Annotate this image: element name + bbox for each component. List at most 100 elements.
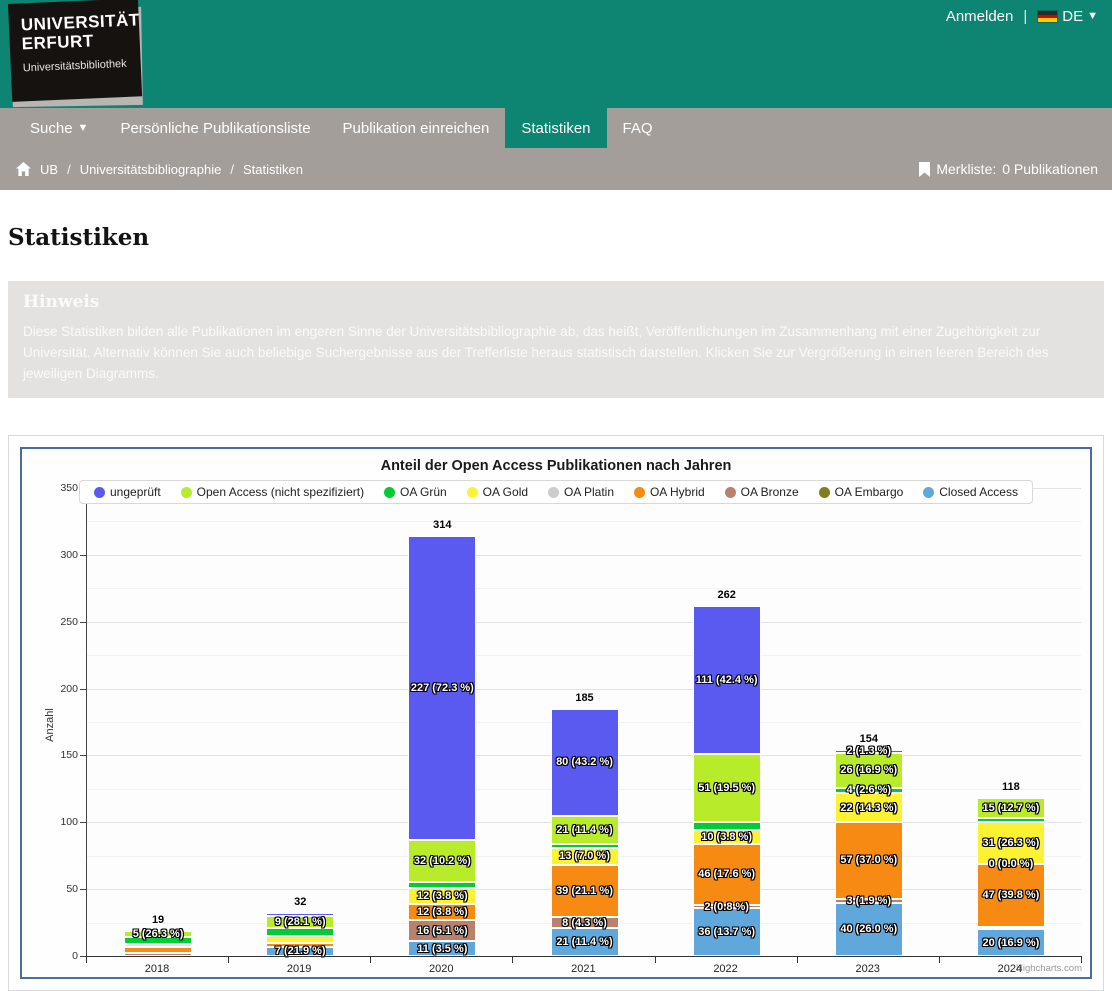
bar-total-label: 19	[152, 914, 164, 926]
hinweis-text: Diese Statistiken bilden alle Publikatio…	[23, 321, 1073, 384]
y-axis-tick	[80, 822, 86, 823]
nav-item-statistiken[interactable]: Statistiken	[505, 108, 606, 148]
x-axis-tick	[86, 957, 87, 963]
bookmark-icon	[919, 162, 930, 177]
breadcrumb-item[interactable]: Universitätsbibliographie	[80, 162, 222, 177]
legend-item-oa-platin[interactable]: OA Platin	[548, 485, 614, 499]
gridline-minor	[87, 655, 1081, 656]
x-axis-label: 2018	[86, 963, 228, 975]
y-axis-label: 0	[38, 950, 78, 962]
nav-item-label: FAQ	[623, 120, 653, 137]
gridline-major	[87, 622, 1081, 623]
legend-label: OA Gold	[483, 485, 528, 499]
chart-card: Anteil der Open Access Publikationen nac…	[8, 435, 1104, 991]
segment-data-label: 47 (39.8 %)	[982, 889, 1039, 901]
bar-total-label: 154	[860, 733, 878, 745]
segment-data-label: 3 (1.9 %)	[846, 895, 891, 907]
open-access-chart[interactable]: Anteil der Open Access Publikationen nac…	[20, 447, 1092, 979]
nav-item-pers-nliche-publikationsliste[interactable]: Persönliche Publikationsliste	[104, 108, 326, 148]
page: { "header": { "logo_line1": "UNIVERSITÄT…	[0, 0, 1112, 985]
segment-data-label: 111 (42.4 %)	[696, 674, 758, 686]
bar-segment[interactable]	[977, 818, 1045, 822]
merkliste-count: 0 Publikationen	[1002, 161, 1098, 177]
legend-marker-icon	[923, 487, 934, 498]
legend-label: OA Platin	[564, 485, 614, 499]
legend-item-open-access-nicht-spezifiziert-[interactable]: Open Access (nicht spezifiziert)	[181, 485, 364, 499]
legend-label: OA Bronze	[741, 485, 799, 499]
legend-item-oa-hybrid[interactable]: OA Hybrid	[634, 485, 705, 499]
bar-segment[interactable]	[266, 928, 334, 936]
gridline-minor	[87, 521, 1081, 522]
y-axis-label: 250	[38, 616, 78, 628]
x-axis-label: 2019	[228, 963, 370, 975]
bar-segment[interactable]	[124, 944, 192, 947]
segment-data-label: 9 (28.1 %)	[275, 916, 326, 928]
breadcrumb-item[interactable]: UB	[40, 162, 58, 177]
segment-data-label: 10 (3.8 %)	[701, 831, 752, 843]
university-logo[interactable]: UNIVERSITÄT ERFURT Universitätsbibliothe…	[8, 4, 148, 110]
bar-segment[interactable]	[124, 947, 192, 954]
bar-segment[interactable]	[977, 927, 1045, 930]
login-link[interactable]: Anmelden	[946, 8, 1014, 25]
language-label: DE	[1062, 8, 1083, 25]
x-axis-tick	[512, 957, 513, 963]
x-axis-label: 2022	[655, 963, 797, 975]
y-axis-title: Anzahl	[44, 695, 56, 755]
nav-item-suche[interactable]: Suche▼	[14, 108, 104, 148]
legend-label: OA Grün	[400, 485, 447, 499]
segment-data-label: 15 (12.7 %)	[982, 802, 1039, 814]
gridline-major	[87, 689, 1081, 690]
bar-total-label: 32	[294, 896, 306, 908]
hinweis-title: Hinweis	[23, 292, 1089, 312]
merkliste-label: Merkliste:	[936, 161, 996, 177]
segment-data-label: 21 (11.4 %)	[556, 936, 612, 948]
breadcrumb: UB/Universitätsbibliographie/Statistiken	[16, 162, 303, 177]
page-title: Statistiken	[8, 224, 1104, 251]
segment-data-label: 2 (1.3 %)	[846, 745, 891, 757]
legend-item-oa-gr-n[interactable]: OA Grün	[384, 485, 447, 499]
chart-plot-area[interactable]: 5 (26.3 %)197 (21.9 %)9 (28.1 %)3211 (3.…	[86, 488, 1081, 956]
y-axis-label: 350	[38, 482, 78, 494]
merkliste[interactable]: Merkliste: 0 Publikationen	[919, 161, 1098, 177]
segment-data-label: 26 (16.9 %)	[840, 764, 897, 776]
segment-data-label: 20 (16.9 %)	[982, 937, 1039, 949]
bar-segment[interactable]	[408, 882, 476, 887]
legend-item-closed-access[interactable]: Closed Access	[923, 485, 1018, 499]
hinweis-box: Hinweis Diese Statistiken bilden alle Pu…	[8, 281, 1104, 398]
breadcrumb-item[interactable]: Statistiken	[243, 162, 303, 177]
nav-item-label: Persönliche Publikationsliste	[120, 120, 310, 137]
gridline-minor	[87, 588, 1081, 589]
chart-legend: ungeprüft Open Access (nicht spezifiziert…	[79, 480, 1033, 504]
segment-data-label: 16 (5.1 %)	[417, 925, 468, 937]
segment-data-label: 4 (2.6 %)	[846, 784, 891, 796]
chevron-down-icon: ▼	[1087, 11, 1098, 22]
segment-data-label: 80 (43.2 %)	[556, 756, 613, 768]
x-axis-tick	[228, 957, 229, 963]
legend-marker-icon	[384, 487, 395, 498]
chevron-down-icon: ▼	[78, 123, 89, 134]
y-axis-label: 150	[38, 749, 78, 761]
segment-data-label: 0 (0.0 %)	[989, 858, 1034, 870]
segment-data-label: 8 (4.3 %)	[562, 917, 607, 929]
segment-data-label: 22 (14.3 %)	[840, 802, 897, 814]
bar-segment[interactable]	[551, 844, 619, 848]
nav-item-publikation-einreichen[interactable]: Publikation einreichen	[327, 108, 506, 148]
legend-item-oa-embargo[interactable]: OA Embargo	[819, 485, 904, 499]
x-axis-tick	[939, 957, 940, 963]
legend-marker-icon	[94, 487, 105, 498]
nav-item-faq[interactable]: FAQ	[607, 108, 669, 148]
legend-item-ungepr-ft[interactable]: ungeprüft	[94, 485, 161, 499]
language-switcher[interactable]: DE ▼	[1037, 8, 1098, 25]
x-axis-label: 2021	[512, 963, 654, 975]
segment-data-label: 2 (0.8 %)	[704, 901, 749, 913]
legend-item-oa-gold[interactable]: OA Gold	[467, 485, 528, 499]
segment-data-label: 12 (3.8 %)	[417, 906, 468, 918]
x-axis-line	[86, 956, 1082, 957]
legend-item-oa-bronze[interactable]: OA Bronze	[725, 485, 799, 499]
bar-segment[interactable]	[693, 822, 761, 830]
home-icon[interactable]	[16, 162, 31, 176]
german-flag-icon	[1037, 10, 1058, 23]
bar-segment[interactable]	[266, 936, 334, 943]
y-axis-tick	[80, 689, 86, 690]
legend-marker-icon	[725, 487, 736, 498]
